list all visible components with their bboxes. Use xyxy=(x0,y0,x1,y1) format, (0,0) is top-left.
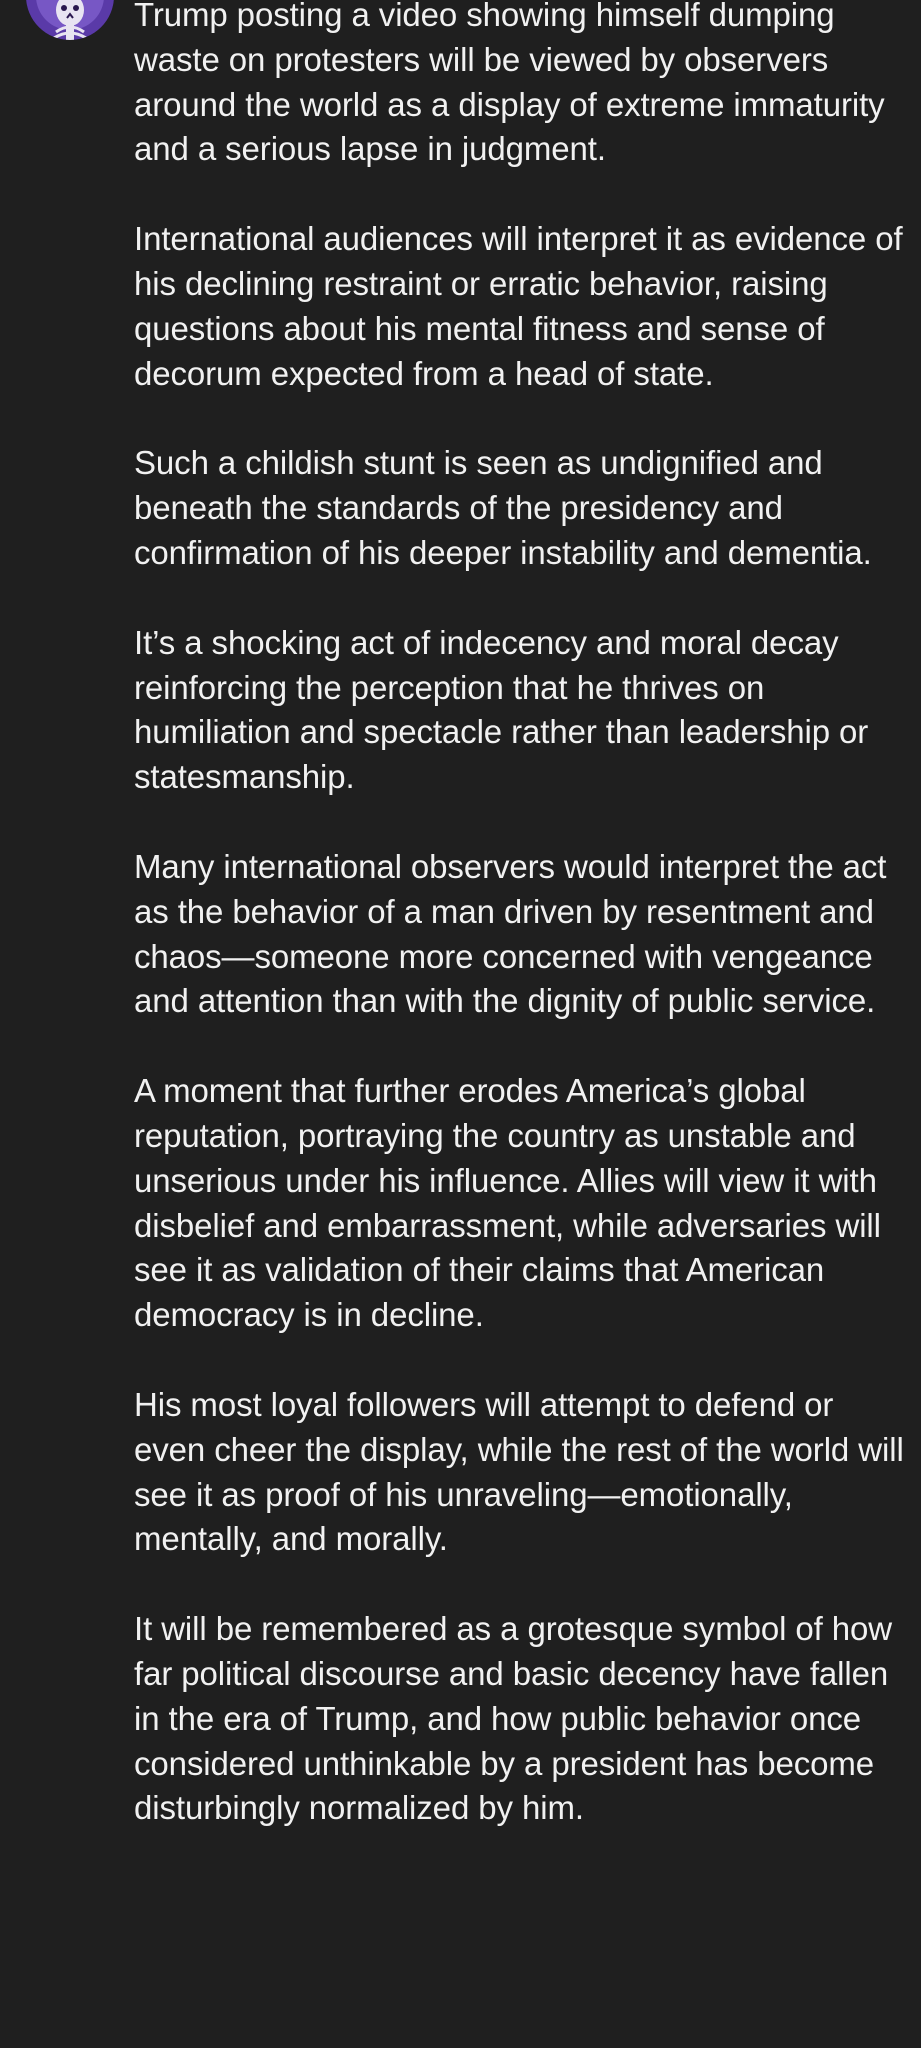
comment-paragraph-6: A moment that further erodes America’s g… xyxy=(134,1072,881,1334)
comment-body: Trump posting a video showing himself du… xyxy=(134,0,904,1876)
comment-paragraph-4: It’s a shocking act of indecency and mor… xyxy=(134,623,869,796)
skeleton-avatar-icon xyxy=(26,0,114,40)
comment-paragraph-8: It will be remembered as a grotesque sym… xyxy=(134,1610,893,1827)
comment-paragraph-7: His most loyal followers will attempt to… xyxy=(134,1385,904,1558)
comment-paragraph-3: Such a childish stunt is seen as undigni… xyxy=(134,444,872,571)
avatar[interactable] xyxy=(26,0,114,40)
comment-paragraph-1: Trump posting a video showing himself du… xyxy=(134,0,885,168)
comment-paragraph-5: Many international observers would inter… xyxy=(134,847,887,1020)
comment-paragraph-2: International audiences will interpret i… xyxy=(134,220,903,392)
